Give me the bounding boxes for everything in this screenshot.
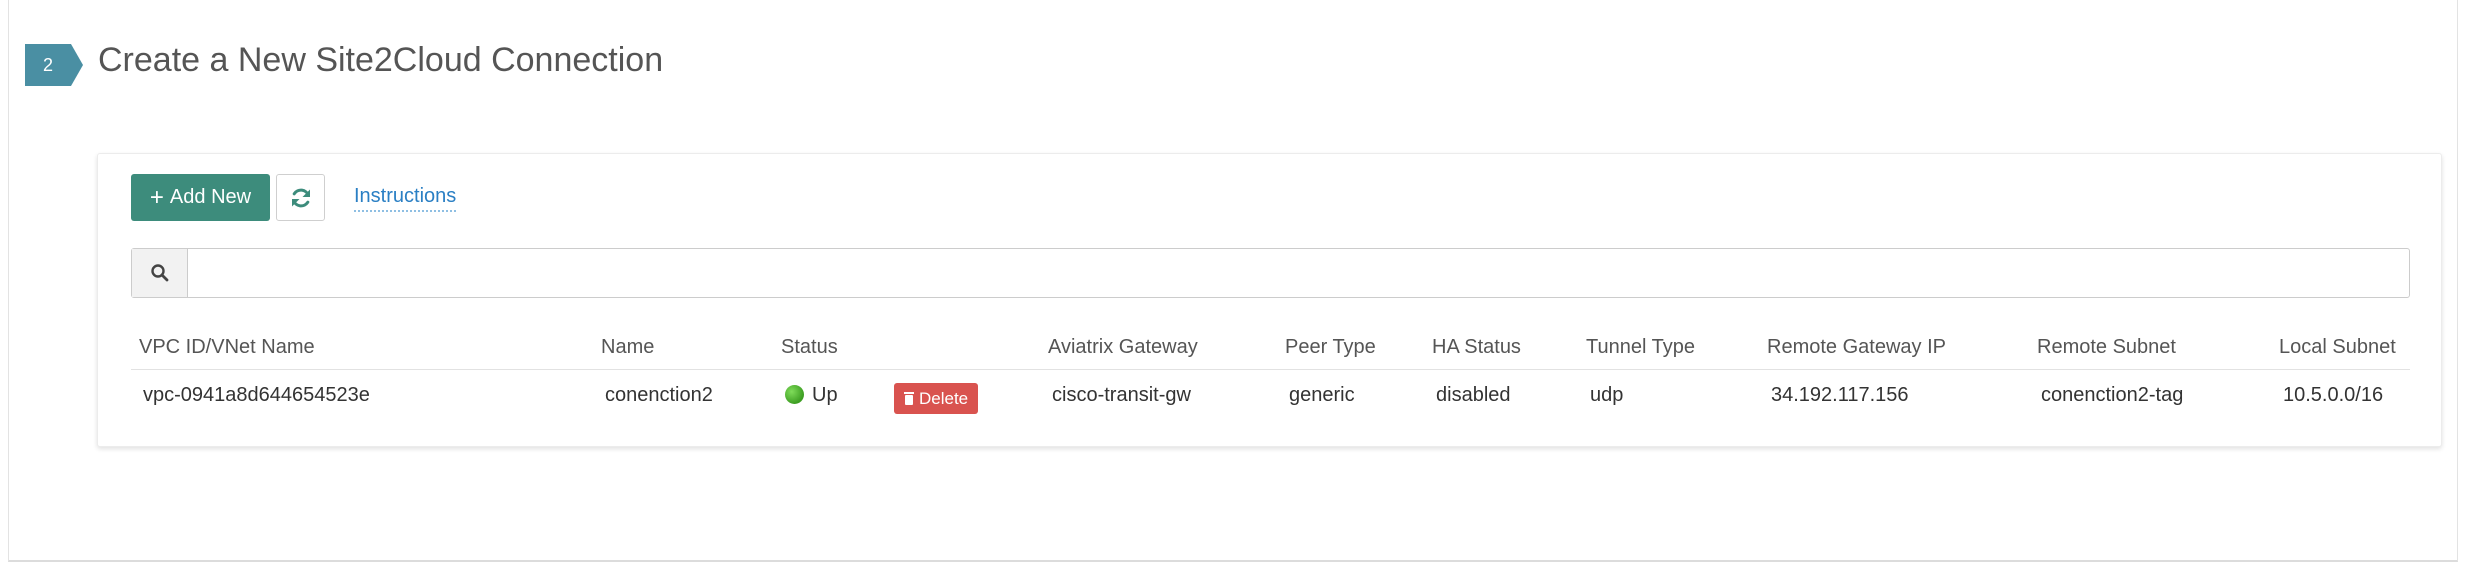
col-tunnel-type[interactable]: Tunnel Type (1586, 324, 1695, 370)
search-input[interactable] (188, 249, 2409, 297)
col-name[interactable]: Name (601, 324, 654, 370)
trash-icon (904, 392, 914, 405)
cell-remote-gateway-ip: 34.192.117.156 (1771, 384, 1909, 406)
col-peer-type[interactable]: Peer Type (1285, 324, 1376, 370)
section-title: Create a New Site2Cloud Connection (98, 41, 664, 79)
col-vpc-id[interactable]: VPC ID/VNet Name (139, 324, 315, 370)
status-label: Up (812, 384, 838, 406)
step-badge: 2 (25, 44, 83, 86)
cell-tunnel-type: udp (1590, 384, 1624, 406)
cell-peer-type: generic (1289, 384, 1355, 406)
cell-vpc-id: vpc-0941a8d644654523e (143, 384, 370, 406)
search-box (131, 248, 2410, 298)
refresh-button[interactable] (276, 174, 325, 221)
table-header: VPC ID/VNet Name Name Status Aviatrix Ga… (131, 324, 2410, 370)
status-up-icon (785, 385, 804, 404)
step-number: 2 (42, 55, 53, 75)
col-status[interactable]: Status (781, 324, 838, 370)
col-remote-subnet[interactable]: Remote Subnet (2037, 324, 2176, 370)
cell-remote-subnet: conenction2-tag (2041, 384, 2184, 406)
search-addon (132, 249, 188, 297)
cell-ha-status: disabled (1436, 384, 1511, 406)
refresh-icon (291, 188, 310, 207)
col-remote-gateway-ip[interactable]: Remote Gateway IP (1767, 324, 1946, 370)
instructions-link[interactable]: Instructions (354, 184, 457, 212)
col-local-subnet[interactable]: Local Subnet (2279, 324, 2396, 370)
delete-label: Delete (919, 388, 969, 408)
connections-table: VPC ID/VNet Name Name Status Aviatrix Ga… (131, 324, 2410, 421)
cell-name: conenction2 (605, 384, 713, 406)
cell-status: Up (785, 370, 838, 421)
cell-local-subnet: 10.5.0.0/16 (2283, 384, 2384, 406)
connections-panel: + Add New Instructions VPC ID/VNet Name … (97, 153, 2442, 447)
plus-icon: + (149, 183, 164, 211)
col-aviatrix-gateway[interactable]: Aviatrix Gateway (1048, 324, 1198, 370)
add-new-button[interactable]: + Add New (131, 174, 270, 221)
page-container: 2 Create a New Site2Cloud Connection + A… (8, 0, 2458, 562)
add-new-label: Add New (169, 186, 252, 208)
search-icon (150, 264, 168, 282)
cell-gateway: cisco-transit-gw (1052, 384, 1191, 406)
col-ha-status[interactable]: HA Status (1432, 324, 1521, 370)
delete-button[interactable]: Delete (894, 383, 979, 414)
table-row[interactable]: vpc-0941a8d644654523e conenction2 Up Del… (131, 370, 2410, 421)
